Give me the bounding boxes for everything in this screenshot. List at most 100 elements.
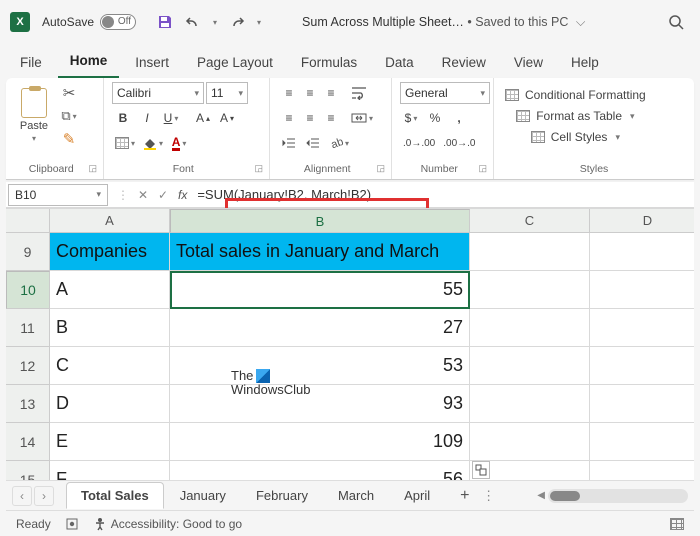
- increase-indent-button[interactable]: [302, 132, 324, 154]
- tab-page-layout[interactable]: Page Layout: [185, 48, 285, 78]
- cell-A11[interactable]: B: [50, 309, 170, 347]
- col-header-D[interactable]: D: [590, 209, 694, 233]
- view-normal-icon[interactable]: [670, 518, 684, 530]
- chevron-down-icon[interactable]: ▾: [96, 189, 101, 200]
- cell-D15[interactable]: [590, 461, 694, 480]
- row-header-10[interactable]: 10: [6, 271, 50, 309]
- tab-file[interactable]: File: [8, 48, 54, 78]
- align-right-button[interactable]: ≡: [320, 108, 342, 128]
- bold-button[interactable]: B: [112, 107, 134, 129]
- undo-dropdown-icon[interactable]: ▾: [210, 11, 220, 33]
- copy-button[interactable]: ⧉▾: [58, 105, 80, 127]
- sheet-tab-menu[interactable]: ⋮: [476, 488, 501, 504]
- cell-D14[interactable]: [590, 423, 694, 461]
- cell-C13[interactable]: [470, 385, 590, 423]
- cell-A12[interactable]: C: [50, 347, 170, 385]
- new-sheet-button[interactable]: +: [446, 482, 474, 510]
- undo-icon[interactable]: [182, 11, 204, 33]
- orientation-button[interactable]: ab▾: [326, 132, 352, 154]
- sheet-nav-next[interactable]: ›: [34, 486, 54, 506]
- format-painter-button[interactable]: ✎: [58, 128, 80, 150]
- cell-B15[interactable]: 56: [170, 461, 470, 480]
- cell-C11[interactable]: [470, 309, 590, 347]
- tab-formulas[interactable]: Formulas: [289, 48, 369, 78]
- wrap-text-button[interactable]: [348, 82, 370, 104]
- fill-color-button[interactable]: ▾: [140, 132, 166, 154]
- cell-A15[interactable]: F: [50, 461, 170, 480]
- fx-icon[interactable]: fx: [178, 188, 187, 202]
- dialog-launcher-icon[interactable]: ◲: [478, 163, 487, 174]
- cell-D10[interactable]: [590, 271, 694, 309]
- cell-C9[interactable]: [470, 233, 590, 271]
- underline-button[interactable]: U▾: [160, 107, 182, 129]
- cell-A14[interactable]: E: [50, 423, 170, 461]
- borders-button[interactable]: ▾: [112, 132, 138, 154]
- cell-B13[interactable]: 93: [170, 385, 470, 423]
- col-header-A[interactable]: A: [50, 209, 170, 233]
- sheet-tab-february[interactable]: February: [242, 483, 322, 508]
- align-left-button[interactable]: ≡: [278, 108, 300, 128]
- qat-dropdown-icon[interactable]: ▾: [254, 11, 264, 33]
- font-size-select[interactable]: 11▾: [206, 82, 248, 104]
- dialog-launcher-icon[interactable]: ◲: [376, 163, 385, 174]
- paste-options-button[interactable]: [472, 461, 490, 479]
- search-icon[interactable]: [662, 8, 690, 36]
- cell-A10[interactable]: A: [50, 271, 170, 309]
- font-name-select[interactable]: Calibri▾: [112, 82, 204, 104]
- align-middle-button[interactable]: ≡: [299, 83, 321, 103]
- cell-D12[interactable]: [590, 347, 694, 385]
- accessibility-status[interactable]: Accessibility: Good to go: [93, 517, 242, 531]
- cell-C10[interactable]: [470, 271, 590, 309]
- toggle-switch[interactable]: Off: [100, 14, 136, 30]
- tab-review[interactable]: Review: [430, 48, 498, 78]
- save-icon[interactable]: [154, 11, 176, 33]
- sheet-nav-prev[interactable]: ‹: [12, 486, 32, 506]
- percent-button[interactable]: %: [424, 107, 446, 129]
- merge-center-button[interactable]: ▾: [348, 107, 376, 129]
- cell-B10[interactable]: 55: [170, 271, 470, 309]
- font-color-button[interactable]: A▾: [168, 132, 190, 154]
- sheet-tab-january[interactable]: January: [166, 483, 240, 508]
- row-header-12[interactable]: 12: [6, 347, 50, 385]
- cell-B12[interactable]: 53: [170, 347, 470, 385]
- cell-A13[interactable]: D: [50, 385, 170, 423]
- cell-B9[interactable]: Total sales in January and March: [170, 233, 470, 271]
- decrease-decimal-button[interactable]: .00→.0: [440, 132, 478, 154]
- horizontal-scrollbar[interactable]: [548, 489, 688, 503]
- cell-A9[interactable]: Companies: [50, 233, 170, 271]
- col-header-B[interactable]: B: [170, 209, 470, 233]
- currency-button[interactable]: $▾: [400, 107, 422, 129]
- cell-C14[interactable]: [470, 423, 590, 461]
- name-box[interactable]: B10▾: [8, 184, 108, 206]
- paste-button[interactable]: Paste ▾: [14, 82, 54, 148]
- cell-B11[interactable]: 27: [170, 309, 470, 347]
- align-center-button[interactable]: ≡: [299, 108, 321, 128]
- tab-help[interactable]: Help: [559, 48, 611, 78]
- cancel-formula-icon[interactable]: ✕: [134, 188, 152, 202]
- tab-data[interactable]: Data: [373, 48, 426, 78]
- tab-home[interactable]: Home: [58, 46, 120, 78]
- sheet-tab-total-sales[interactable]: Total Sales: [66, 482, 164, 509]
- row-header-11[interactable]: 11: [6, 309, 50, 347]
- conditional-formatting-button[interactable]: Conditional Formatting: [502, 86, 649, 104]
- cell-D11[interactable]: [590, 309, 694, 347]
- row-header-13[interactable]: 13: [6, 385, 50, 423]
- cell-B14[interactable]: 109: [170, 423, 470, 461]
- decrease-indent-button[interactable]: [278, 132, 300, 154]
- increase-decimal-button[interactable]: .0→.00: [400, 132, 438, 154]
- cell-styles-button[interactable]: Cell Styles▾: [502, 128, 649, 146]
- cut-button[interactable]: ✂: [58, 82, 80, 104]
- worksheet[interactable]: A B C D 9 Companies Total sales in Janua…: [6, 208, 694, 480]
- tab-insert[interactable]: Insert: [123, 48, 181, 78]
- row-header-9[interactable]: 9: [6, 233, 50, 271]
- select-all-corner[interactable]: [6, 209, 50, 233]
- sheet-tab-april[interactable]: April: [390, 483, 444, 508]
- autosave-toggle[interactable]: AutoSave Off: [42, 14, 136, 30]
- formula-input[interactable]: =SUM(January!B2, March!B2): [193, 185, 694, 204]
- redo-icon[interactable]: [226, 11, 248, 33]
- document-title[interactable]: Sum Across Multiple Sheet… • Saved to th…: [302, 15, 585, 30]
- dialog-launcher-icon[interactable]: ◲: [88, 163, 97, 174]
- enter-formula-icon[interactable]: ✓: [154, 188, 172, 202]
- cell-C12[interactable]: [470, 347, 590, 385]
- scroll-left-icon[interactable]: ◀: [537, 490, 545, 501]
